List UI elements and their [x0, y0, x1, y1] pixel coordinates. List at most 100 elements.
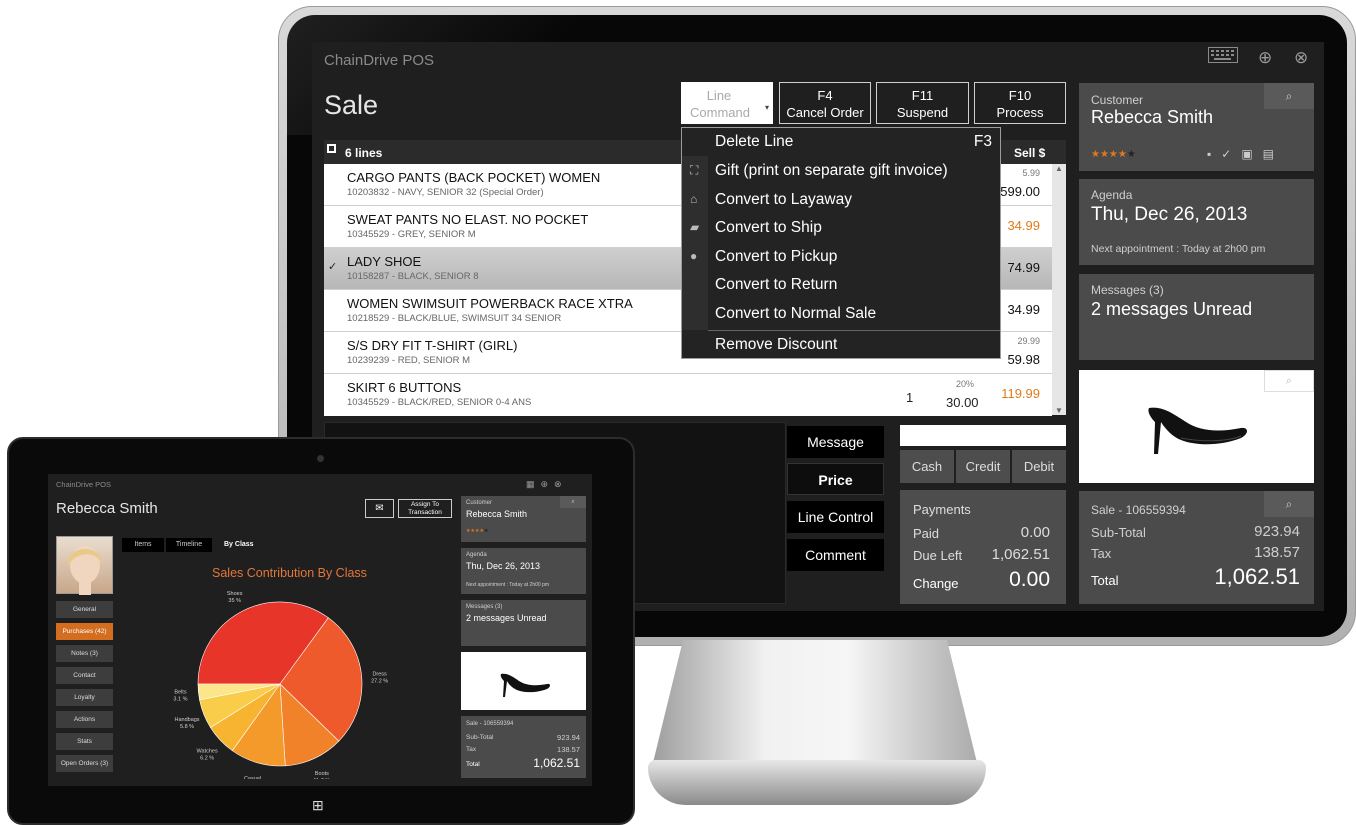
tablet-camera: [317, 455, 324, 462]
comment-button[interactable]: Comment: [787, 539, 884, 571]
customer-action-icons[interactable]: ▪✓▣▤: [1207, 147, 1284, 161]
menu-item-normal-sale[interactable]: Convert to Normal Sale: [682, 300, 1000, 328]
pie-label-boots: 11.7 %: [314, 778, 331, 779]
pie-label-boots: Boots: [315, 771, 329, 777]
line-control-button[interactable]: Line Control: [787, 501, 884, 533]
tablet-customer-search-icon[interactable]: ⌕: [560, 496, 586, 508]
menu-item-label: Convert to Layaway: [715, 191, 852, 208]
tax-label: Tax: [1091, 546, 1112, 561]
tax-value: 138.57: [1254, 544, 1300, 561]
message-button[interactable]: Message: [787, 426, 884, 458]
tablet-nav-open-orders[interactable]: Open Orders (3): [56, 755, 113, 772]
agenda-panel[interactable]: Agenda Thu, Dec 26, 2013 Next appointmen…: [1079, 179, 1314, 265]
pie-label-belts: Belts: [174, 690, 186, 696]
menu-item-layaway[interactable]: ⌂ Convert to Layaway: [682, 186, 1000, 214]
person-icon: ●: [690, 249, 698, 263]
cancel-order-label: Cancel Order: [786, 105, 864, 120]
tender-amount-input[interactable]: [900, 425, 1066, 446]
menu-item-label: Convert to Return: [715, 276, 838, 293]
tablet-shoe-image: [500, 673, 550, 697]
tablet-nav-purchases[interactable]: Purchases (42): [56, 623, 113, 640]
tablet-customer-name: Rebecca Smith: [56, 500, 158, 517]
menu-item-label: Convert to Normal Sale: [715, 305, 877, 322]
scroll-up-icon[interactable]: ▲: [1055, 164, 1063, 173]
tablet-app-title: ChainDrive POS: [56, 480, 112, 489]
keyboard-icon[interactable]: [1208, 47, 1238, 68]
sell-column-header[interactable]: Sell $: [1014, 146, 1045, 160]
item-name: WOMEN SWIMSUIT POWERBACK RACE XTRA: [347, 296, 633, 311]
grid-scrollbar[interactable]: ▲ ▼: [1052, 164, 1066, 415]
process-label: Process: [996, 105, 1044, 120]
customer-rating-stars: ★★★★★: [1091, 149, 1136, 160]
suspend-button[interactable]: F11 Suspend: [876, 82, 969, 124]
due-left-value: 1,062.51: [991, 546, 1050, 563]
tablet-subtotal-label: Sub-Total: [466, 734, 494, 741]
menu-item-label: Convert to Ship: [715, 219, 822, 236]
pie-label-watches: Watches: [197, 749, 218, 755]
line-command-menu: Delete Line F3 ⛶ Gift (print on separate…: [681, 127, 1001, 359]
item-name: LADY SHOE: [347, 254, 422, 269]
select-all-checkbox[interactable]: [327, 144, 336, 153]
item-unit-price: 5.99: [1022, 168, 1040, 178]
tablet-nav-notes[interactable]: Notes (3): [56, 645, 113, 662]
gift-icon: ▣: [1241, 147, 1263, 161]
credit-button[interactable]: Credit: [956, 450, 1010, 483]
tablet-tab-timeline[interactable]: Timeline: [166, 538, 212, 552]
pie-label-handbags: 5.8 %: [180, 724, 194, 730]
tablet-rating-stars: ★★★★★: [466, 528, 489, 534]
cancel-order-button[interactable]: F4 Cancel Order: [779, 82, 871, 124]
menu-item-delete-line[interactable]: Delete Line F3: [682, 128, 1000, 156]
tablet-messages-panel[interactable]: Messages (3) 2 messages Unread: [461, 600, 586, 646]
email-icon[interactable]: ✉: [365, 499, 394, 518]
tablet-tab-items[interactable]: Items: [122, 538, 164, 552]
tablet-nav-loyalty[interactable]: Loyalty: [56, 689, 113, 706]
menu-item-label: Remove Discount: [715, 336, 838, 353]
tablet-total-label: Total: [466, 761, 480, 768]
cash-button[interactable]: Cash: [900, 450, 954, 483]
windows-logo-icon[interactable]: ⊞: [312, 797, 324, 814]
price-button[interactable]: Price: [787, 463, 884, 495]
menu-item-gift[interactable]: ⛶ Gift (print on separate gift invoice): [682, 157, 1000, 185]
tablet-messages-text: 2 messages Unread: [466, 613, 547, 623]
customer-search-icon[interactable]: ⌕: [1264, 83, 1314, 109]
messages-label: Messages (3): [1091, 283, 1164, 297]
line-command-label: Line Command: [690, 88, 750, 120]
tablet-customer-panel[interactable]: Customer Rebecca Smith ★★★★★ ⌕: [461, 496, 586, 542]
tablet-nav-contact[interactable]: Contact: [56, 667, 113, 684]
line-count: 6 lines: [345, 146, 383, 160]
tablet-tax-label: Tax: [466, 746, 477, 753]
process-button[interactable]: F10 Process: [974, 82, 1066, 124]
shoe-image: [1148, 407, 1247, 454]
sale-search-icon[interactable]: ⌕: [1264, 491, 1314, 517]
tablet-customer-label: Customer: [466, 500, 493, 506]
tablet-product-image: [461, 652, 586, 710]
messages-panel[interactable]: Messages (3) 2 messages Unread: [1079, 274, 1314, 360]
menu-item-label: Convert to Pickup: [715, 248, 838, 265]
menu-item-pickup[interactable]: ● Convert to Pickup: [682, 243, 1000, 271]
payments-title: Payments: [913, 502, 971, 517]
tablet-tab-by-class[interactable]: By Class: [224, 538, 254, 552]
monitor-stand-base: [648, 760, 986, 805]
zoom-icon[interactable]: ⌕: [1264, 370, 1314, 392]
item-name: SWEAT PANTS NO ELAST. NO POCKET: [347, 212, 589, 227]
close-circle-icon[interactable]: ⊗: [1294, 48, 1308, 68]
item-quantity: 1: [906, 390, 914, 405]
scroll-down-icon[interactable]: ▼: [1055, 406, 1063, 415]
tablet-subtotal-value: 923.94: [557, 733, 580, 742]
tablet-nav-general[interactable]: General: [56, 601, 113, 618]
menu-item-return[interactable]: Convert to Return: [682, 271, 1000, 299]
tablet-nav-actions[interactable]: Actions: [56, 711, 113, 728]
menu-item-ship[interactable]: ▰ Convert to Ship: [682, 214, 1000, 242]
tablet-window-controls[interactable]: ▦⊕⊗: [526, 479, 568, 490]
customer-panel[interactable]: Customer Rebecca Smith ⌕ ★★★★★ ▪✓▣▤: [1079, 83, 1314, 171]
pie-label-casual: Casual: [244, 776, 261, 779]
tablet-nav-stats[interactable]: Stats: [56, 733, 113, 750]
add-circle-icon[interactable]: ⊕: [1258, 48, 1272, 68]
assign-to-transaction-button[interactable]: Assign To Transaction: [398, 499, 452, 518]
paid-value: 0.00: [1020, 524, 1050, 541]
tablet-agenda-panel[interactable]: Agenda Thu, Dec 26, 2013 Next appointmen…: [461, 548, 586, 594]
line-command-button[interactable]: Line Command ▾: [681, 82, 773, 124]
debit-button[interactable]: Debit: [1012, 450, 1066, 483]
table-row[interactable]: SKIRT 6 BUTTONS 10345529 - BLACK/RED, SE…: [324, 374, 1052, 416]
menu-item-remove-discount[interactable]: Remove Discount: [682, 331, 1000, 359]
